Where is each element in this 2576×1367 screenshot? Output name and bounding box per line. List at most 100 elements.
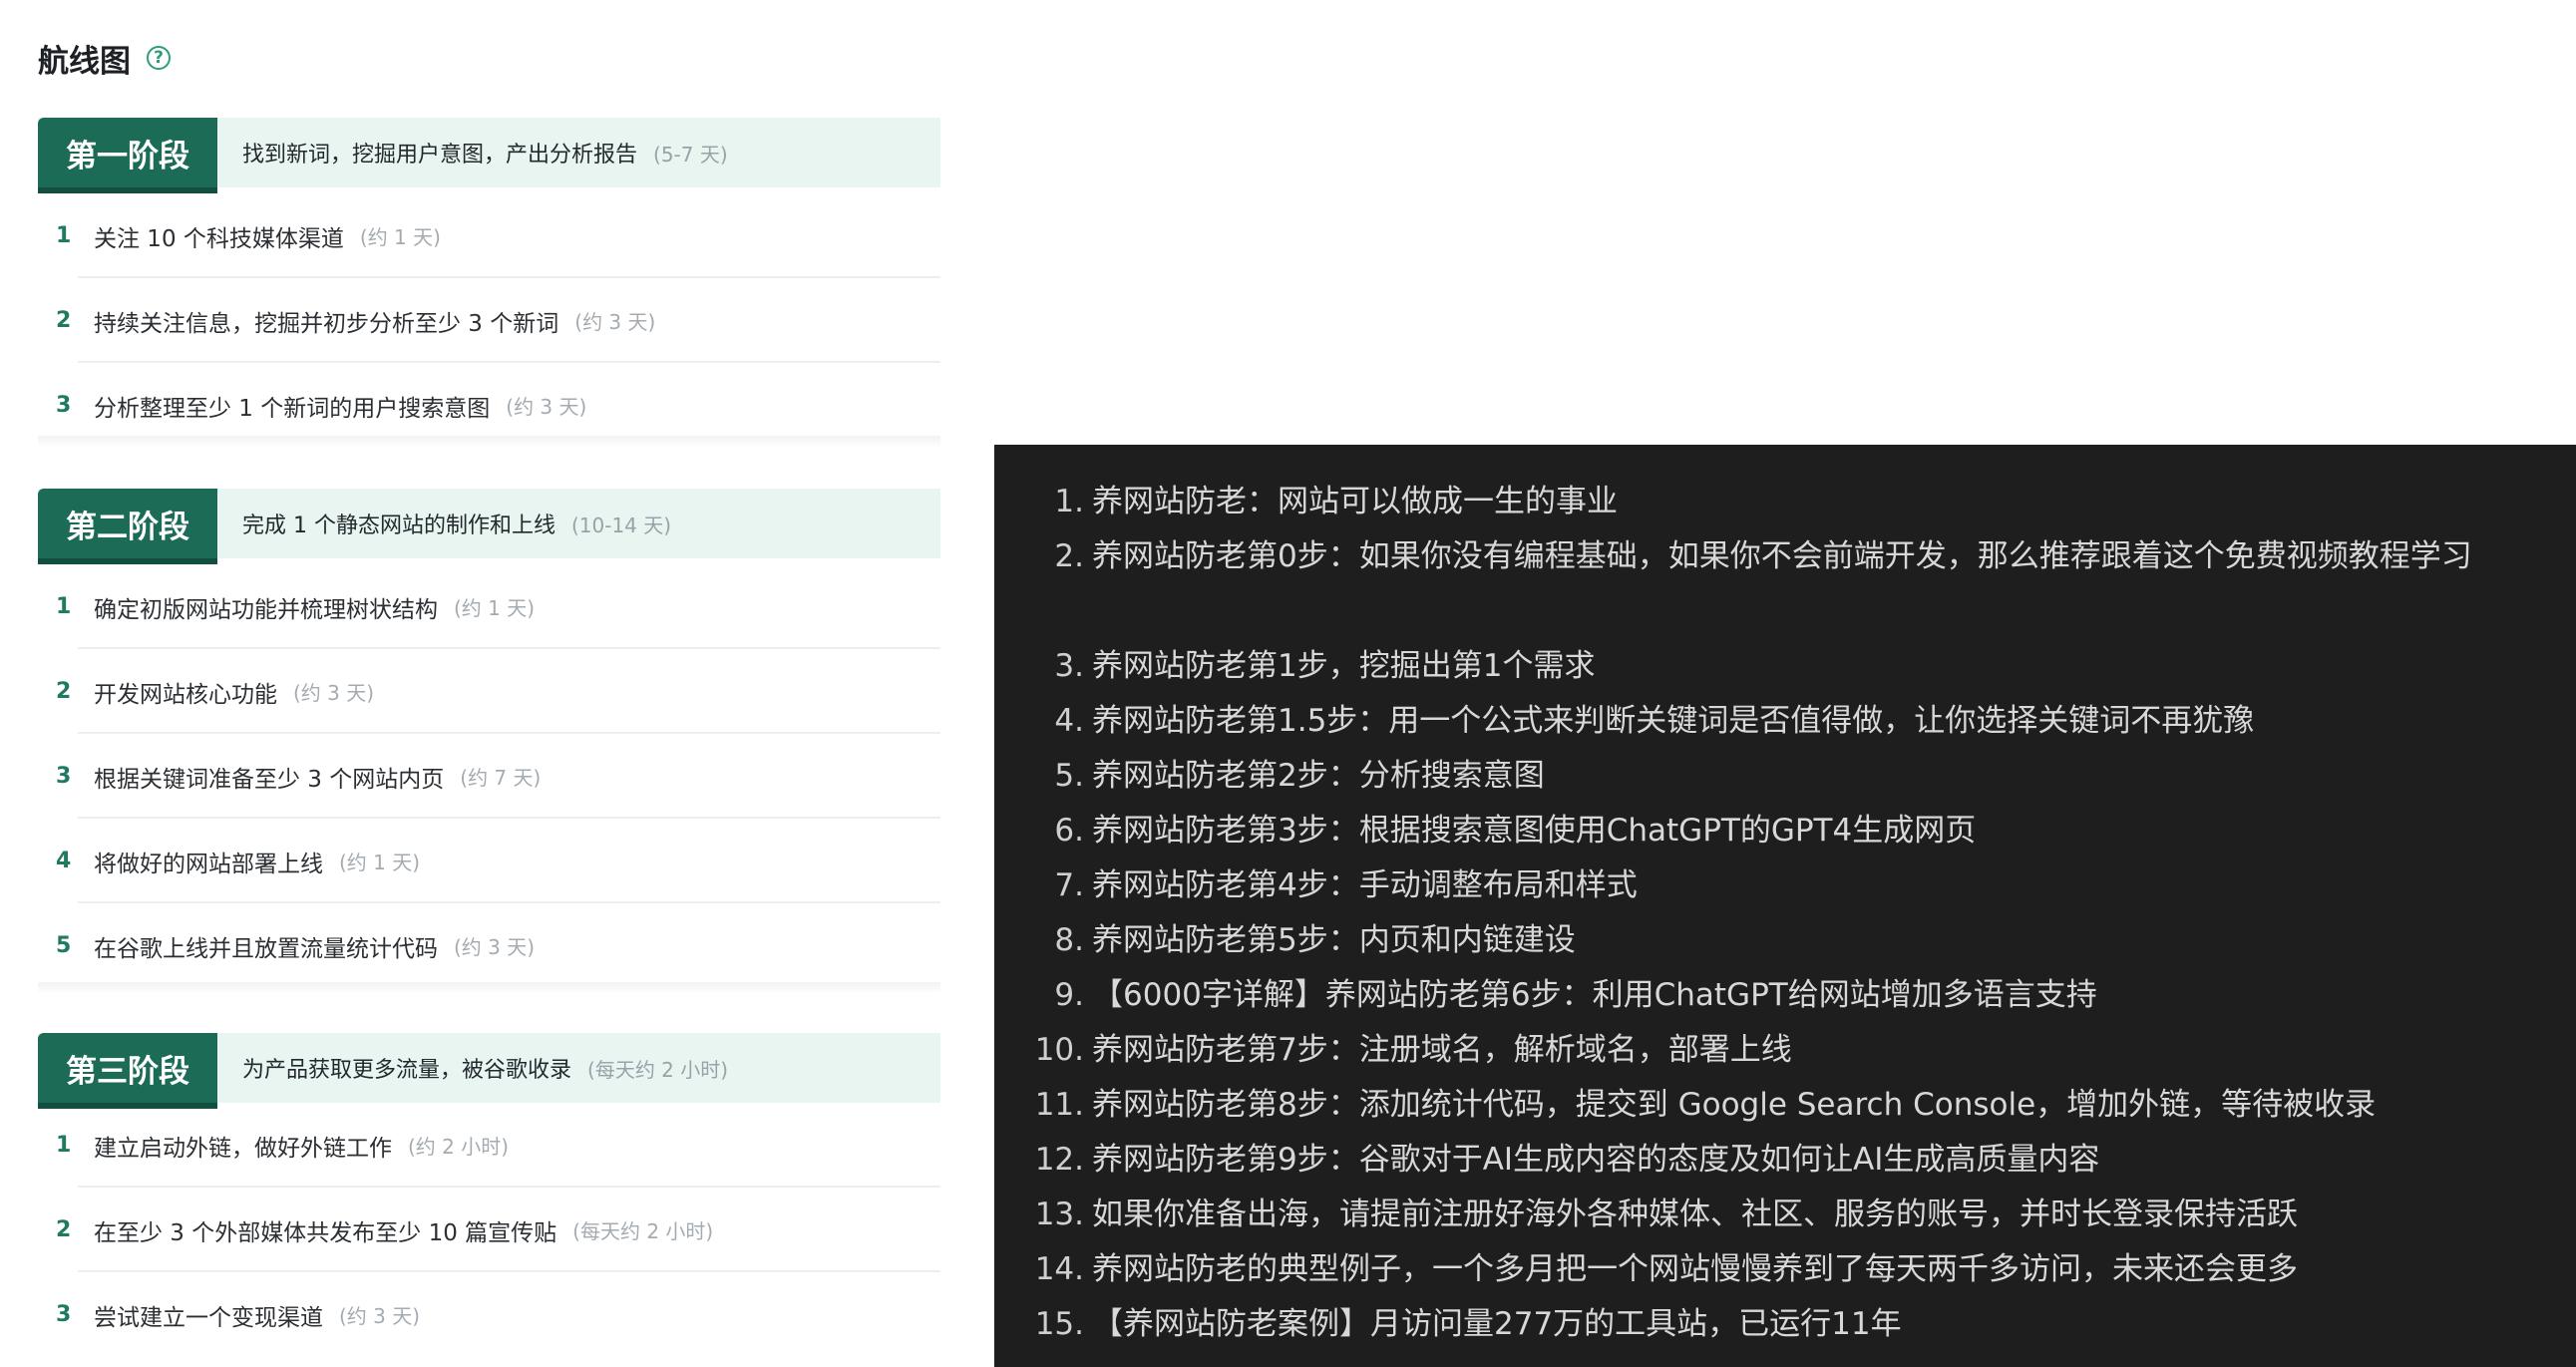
- step-text: 分析整理至少 1 个新词的用户搜索意图: [94, 395, 491, 422]
- article-link[interactable]: 养网站防老第7步：注册域名，解析域名，部署上线: [1092, 1023, 2556, 1078]
- step-number: 4: [56, 849, 72, 873]
- step-item[interactable]: 1 关注 10 个科技媒体渠道 (约 1 天): [38, 193, 940, 278]
- list-item[interactable]: 1. 养网站防老：网站可以做成一生的事业: [994, 475, 2576, 529]
- step-duration: (约 3 天): [574, 310, 656, 334]
- article-link[interactable]: 养网站防老第1步，挖掘出第1个需求: [1092, 639, 2556, 694]
- step-text: 建立启动外链，做好外链工作: [94, 1135, 392, 1162]
- stage-duration: (每天约 2 小时): [587, 1057, 729, 1082]
- step-number: 2: [56, 679, 72, 704]
- article-link[interactable]: 养网站防老第4步：手动调整布局和样式: [1092, 858, 2556, 913]
- help-icon[interactable]: ?: [147, 46, 171, 70]
- stage-desc-text: 找到新词，挖掘用户意图，产出分析报告: [242, 143, 638, 168]
- step-duration: (约 1 天): [339, 851, 421, 874]
- step-number: 2: [56, 308, 72, 333]
- list-item[interactable]: 11. 养网站防老第8步：添加统计代码，提交到 Google Search Co…: [994, 1078, 2576, 1133]
- step-text: 开发网站核心功能: [94, 681, 277, 708]
- list-item-number: 12.: [1034, 1142, 1084, 1178]
- step-item[interactable]: 2 在至少 3 个外部媒体共发布至少 10 篇宣传贴 (每天约 2 小时): [38, 1188, 940, 1272]
- stage-desc-text: 为产品获取更多流量，被谷歌收录: [242, 1058, 572, 1083]
- list-item[interactable]: 4. 养网站防老第1.5步：用一个公式来判断关键词是否值得做，让你选择关键词不再…: [994, 694, 2576, 749]
- roadmap-panel: 航线图 ?: [38, 28, 940, 88]
- list-item[interactable]: 8. 养网站防老第5步：内页和内链建设: [994, 913, 2576, 968]
- list-item-number: 11.: [1034, 1087, 1084, 1123]
- list-item-number: 15.: [1034, 1306, 1084, 1342]
- article-link[interactable]: 养网站防老的典型例子，一个多月把一个网站慢慢养到了每天两千多访问，未来还会更多: [1092, 1242, 2556, 1297]
- step-item[interactable]: 3 尝试建立一个变现渠道 (约 3 天): [38, 1272, 940, 1357]
- step-duration: (每天约 2 小时): [572, 1219, 714, 1243]
- article-list-panel: 1. 养网站防老：网站可以做成一生的事业 2. 养网站防老第0步：如果你没有编程…: [994, 445, 2576, 1367]
- list-item[interactable]: 12. 养网站防老第9步：谷歌对于AI生成内容的态度及如何让AI生成高质量内容: [994, 1133, 2576, 1188]
- step-item[interactable]: 5 在谷歌上线并且放置流量统计代码 (约 3 天): [38, 903, 940, 988]
- step-item[interactable]: 3 根据关键词准备至少 3 个网站内页 (约 7 天): [38, 734, 940, 819]
- stage-1: 第一阶段 找到新词，挖掘用户意图，产出分析报告 (5-7 天) 1 关注 10 …: [38, 118, 940, 448]
- list-item-number: 9.: [1054, 977, 1084, 1013]
- stage-badge: 第二阶段: [38, 489, 217, 558]
- list-item-number: 5.: [1054, 758, 1084, 794]
- article-link[interactable]: 养网站防老第3步：根据搜索意图使用ChatGPT的GPT4生成网页: [1092, 804, 2556, 858]
- stage-duration: (10-14 天): [570, 513, 672, 537]
- step-text: 在谷歌上线并且放置流量统计代码: [94, 935, 438, 962]
- list-item[interactable]: 5. 养网站防老第2步：分析搜索意图: [994, 749, 2576, 804]
- step-duration: (约 1 天): [454, 596, 536, 620]
- list-item-number: 14.: [1034, 1251, 1084, 1287]
- list-item[interactable]: 10. 养网站防老第7步：注册域名，解析域名，部署上线: [994, 1023, 2576, 1078]
- list-item[interactable]: 15. 【养网站防老案例】月访问量277万的工具站，已运行11年: [994, 1297, 2576, 1352]
- step-number: 3: [56, 1302, 72, 1327]
- step-item[interactable]: 1 建立启动外链，做好外链工作 (约 2 小时): [38, 1103, 940, 1188]
- list-item[interactable]: 7. 养网站防老第4步：手动调整布局和样式: [994, 858, 2576, 913]
- article-link[interactable]: 养网站防老第1.5步：用一个公式来判断关键词是否值得做，让你选择关键词不再犹豫: [1092, 694, 2556, 749]
- step-number: 1: [56, 594, 72, 619]
- stage-header: 第二阶段 完成 1 个静态网站的制作和上线 (10-14 天): [38, 489, 940, 564]
- list-item[interactable]: 9. 【6000字详解】养网站防老第6步：利用ChatGPT给网站增加多语言支持: [994, 968, 2576, 1023]
- stage-description: 找到新词，挖掘用户意图，产出分析报告 (5-7 天): [242, 118, 728, 187]
- article-link[interactable]: 养网站防老第2步：分析搜索意图: [1092, 749, 2556, 804]
- step-number: 5: [56, 933, 72, 958]
- list-item[interactable]: 6. 养网站防老第3步：根据搜索意图使用ChatGPT的GPT4生成网页: [994, 804, 2576, 858]
- step-text: 在至少 3 个外部媒体共发布至少 10 篇宣传贴: [94, 1219, 557, 1246]
- article-link[interactable]: 养网站防老：网站可以做成一生的事业: [1092, 475, 2556, 529]
- step-text: 尝试建立一个变现渠道: [94, 1304, 323, 1331]
- stage-divider: [38, 982, 940, 994]
- step-item[interactable]: 4 将做好的网站部署上线 (约 1 天): [38, 819, 940, 903]
- article-link[interactable]: 【6000字详解】养网站防老第6步：利用ChatGPT给网站增加多语言支持: [1092, 968, 2556, 1023]
- list-item-number: 6.: [1054, 813, 1084, 849]
- stage-description: 为产品获取更多流量，被谷歌收录 (每天约 2 小时): [242, 1033, 728, 1103]
- article-link[interactable]: 如果你准备出海，请提前注册好海外各种媒体、社区、服务的账号，并时长登录保持活跃: [1092, 1188, 2556, 1242]
- stage-header: 第三阶段 为产品获取更多流量，被谷歌收录 (每天约 2 小时): [38, 1033, 940, 1109]
- step-number: 1: [56, 1133, 72, 1158]
- step-number: 3: [56, 764, 72, 789]
- step-number: 3: [56, 393, 72, 418]
- list-item[interactable]: 2. 养网站防老第0步：如果你没有编程基础，如果你不会前端开发，那么推荐跟着这个…: [994, 529, 2576, 639]
- stage-header: 第一阶段 找到新词，挖掘用户意图，产出分析报告 (5-7 天): [38, 118, 940, 193]
- step-number: 2: [56, 1217, 72, 1242]
- list-item[interactable]: 3. 养网站防老第1步，挖掘出第1个需求: [994, 639, 2576, 694]
- step-text: 关注 10 个科技媒体渠道: [94, 225, 344, 252]
- step-duration: (约 3 天): [339, 1304, 421, 1328]
- list-item[interactable]: 14. 养网站防老的典型例子，一个多月把一个网站慢慢养到了每天两千多访问，未来还…: [994, 1242, 2576, 1297]
- article-link[interactable]: 养网站防老第0步：如果你没有编程基础，如果你不会前端开发，那么推荐跟着这个免费视…: [1092, 529, 2556, 584]
- list-item-number: 10.: [1034, 1032, 1084, 1068]
- step-duration: (约 3 天): [293, 681, 375, 705]
- article-link[interactable]: 养网站防老第5步：内页和内链建设: [1092, 913, 2556, 968]
- stage-desc-text: 完成 1 个静态网站的制作和上线: [242, 513, 555, 538]
- article-link[interactable]: 养网站防老第9步：谷歌对于AI生成内容的态度及如何让AI生成高质量内容: [1092, 1133, 2556, 1188]
- stage-badge: 第一阶段: [38, 118, 217, 187]
- stage-badge: 第三阶段: [38, 1033, 217, 1103]
- article-link[interactable]: 养网站防老第8步：添加统计代码，提交到 Google Search Consol…: [1092, 1078, 2556, 1133]
- list-item[interactable]: 13. 如果你准备出海，请提前注册好海外各种媒体、社区、服务的账号，并时长登录保…: [994, 1188, 2576, 1242]
- step-duration: (约 2 小时): [408, 1135, 510, 1159]
- list-item-number: 7.: [1054, 867, 1084, 903]
- step-text: 根据关键词准备至少 3 个网站内页: [94, 766, 445, 793]
- step-duration: (约 3 天): [454, 935, 536, 959]
- list-item-number: 8.: [1054, 922, 1084, 958]
- step-item[interactable]: 2 开发网站核心功能 (约 3 天): [38, 649, 940, 734]
- stage-description: 完成 1 个静态网站的制作和上线 (10-14 天): [242, 489, 671, 558]
- page-title: 航线图: [38, 43, 131, 80]
- step-item[interactable]: 1 确定初版网站功能并梳理树状结构 (约 1 天): [38, 564, 940, 649]
- article-link[interactable]: 【养网站防老案例】月访问量277万的工具站，已运行11年: [1092, 1297, 2556, 1352]
- step-text: 确定初版网站功能并梳理树状结构: [94, 596, 438, 623]
- step-duration: (约 1 天): [359, 225, 441, 249]
- step-duration: (约 3 天): [506, 395, 587, 419]
- step-item[interactable]: 2 持续关注信息，挖掘并初步分析至少 3 个新词 (约 3 天): [38, 278, 940, 363]
- list-item-number: 4.: [1054, 703, 1084, 739]
